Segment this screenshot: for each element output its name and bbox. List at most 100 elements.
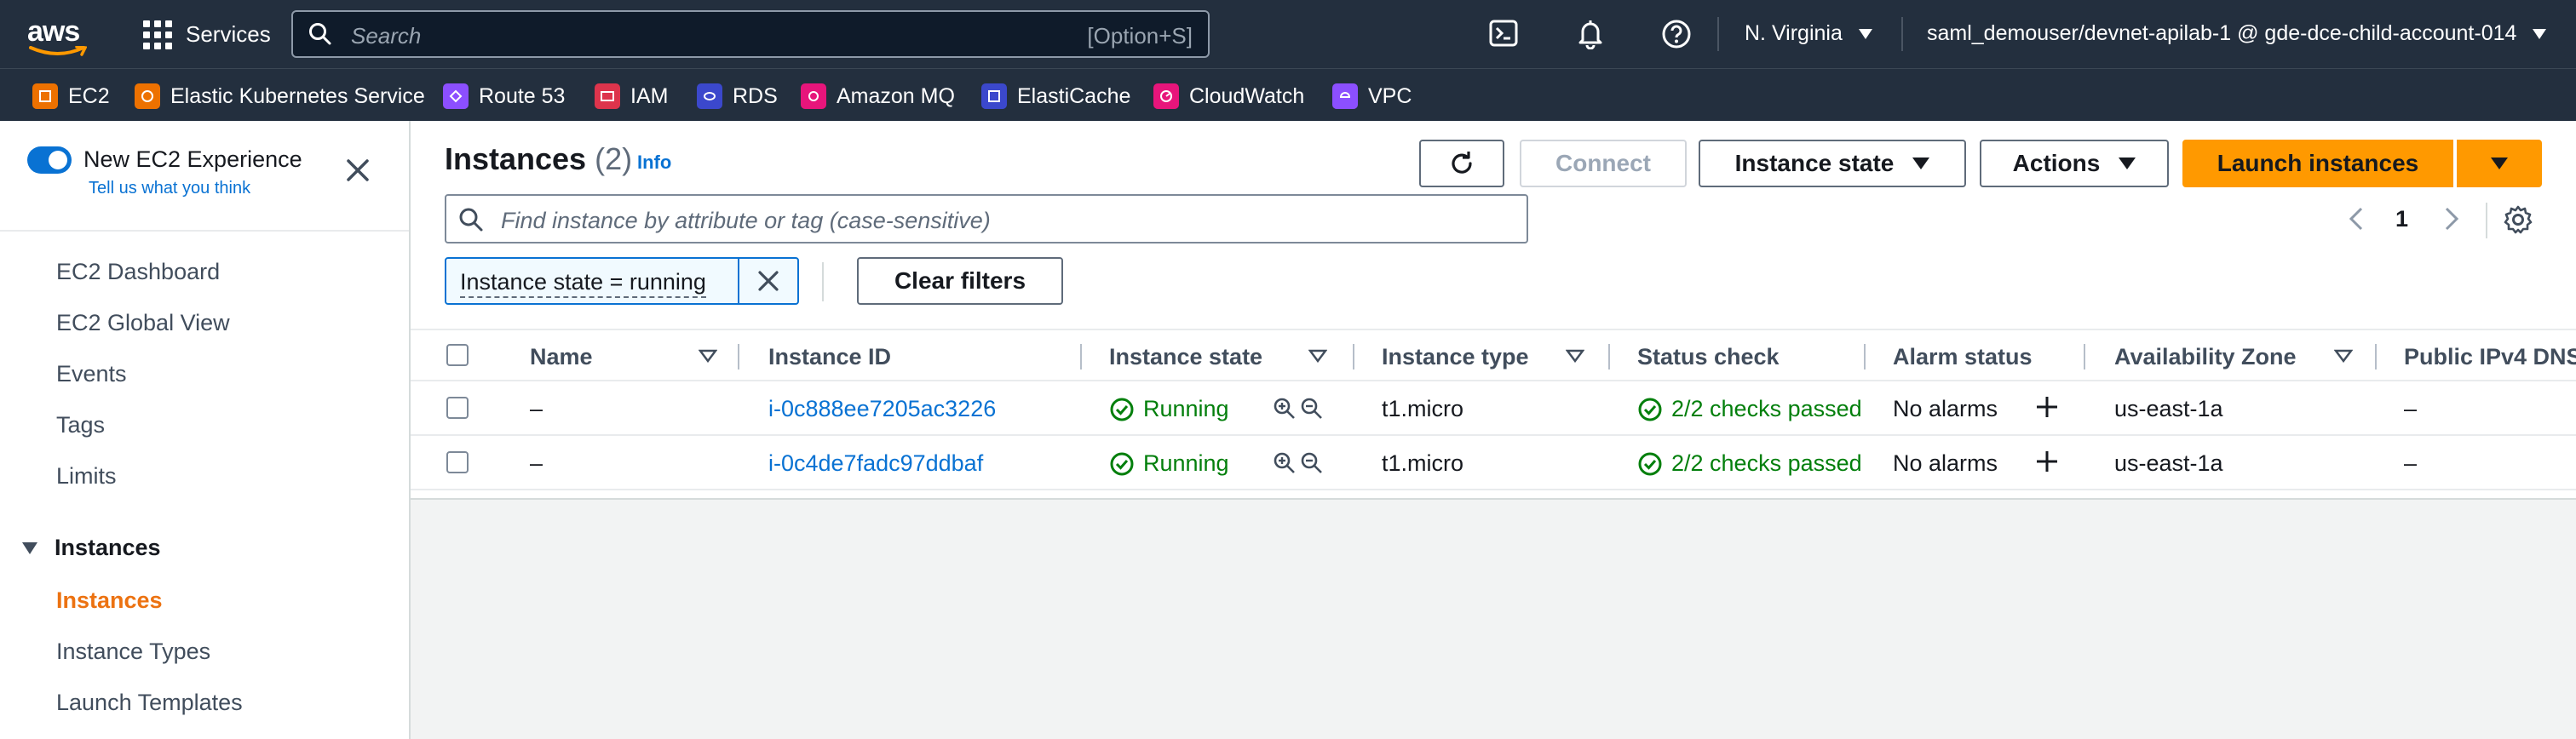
column-divider[interactable]	[2375, 344, 2377, 370]
nav-divider	[1901, 17, 1903, 51]
cell-instance-id[interactable]: i-0c888ee7205ac3226	[768, 396, 996, 422]
caret-down-icon	[22, 541, 37, 554]
sidebar-item-ec2-global-view[interactable]: EC2 Global View	[56, 310, 230, 336]
favorite-vpc[interactable]: VPC	[1332, 83, 1412, 110]
next-page-icon[interactable]	[2441, 206, 2462, 232]
current-page[interactable]: 1	[2395, 206, 2408, 232]
row-checkbox[interactable]	[446, 397, 469, 419]
cell-instance-id[interactable]: i-0c4de7fadc97ddbaf	[768, 450, 983, 477]
favorite-eks[interactable]: Elastic Kubernetes Service	[135, 83, 425, 110]
sidebar-item-launch-templates[interactable]: Launch Templates	[56, 690, 243, 716]
instance-state-button-label: Instance state	[1734, 150, 1895, 176]
sort-icon[interactable]	[699, 349, 717, 363]
global-search-input[interactable]: Search [Option+S]	[291, 10, 1210, 58]
add-alarm-icon[interactable]	[2034, 394, 2060, 420]
column-header-alarm-status[interactable]: Alarm status	[1893, 344, 2033, 370]
launch-options-button[interactable]	[2457, 140, 2542, 187]
row-checkbox[interactable]	[446, 451, 469, 473]
settings-gear-icon[interactable]	[2503, 204, 2533, 235]
notifications-bell-icon[interactable]	[1576, 19, 1605, 49]
sidebar-item-tags[interactable]: Tags	[56, 412, 105, 438]
favorite-amazon-mq[interactable]: Amazon MQ	[801, 83, 955, 110]
caret-down-icon	[2119, 158, 2136, 169]
sort-icon[interactable]	[1566, 349, 1584, 363]
instance-state-button[interactable]: Instance state	[1699, 140, 1966, 187]
sort-icon[interactable]	[2334, 349, 2353, 363]
column-divider[interactable]	[1353, 344, 1354, 370]
add-alarm-icon[interactable]	[2034, 449, 2060, 474]
account-menu[interactable]: saml_demouser/devnet-apilab-1 @ gde-dce-…	[1927, 21, 2547, 46]
column-header-public-ipv4-dns[interactable]: Public IPv4 DNS	[2404, 344, 2576, 370]
column-header-status-check[interactable]: Status check	[1637, 344, 1780, 370]
connect-button[interactable]: Connect	[1520, 140, 1687, 187]
clear-filters-button[interactable]: Clear filters	[857, 257, 1063, 305]
elasticache-icon	[981, 83, 1007, 109]
select-all-checkbox[interactable]	[446, 344, 469, 366]
help-icon[interactable]	[1661, 19, 1692, 49]
close-icon[interactable]	[346, 158, 370, 182]
info-link[interactable]: Info	[637, 152, 671, 174]
account-label: saml_demouser/devnet-apilab-1 @ gde-dce-…	[1927, 21, 2517, 45]
cell-status-check[interactable]: 2/2 checks passed	[1637, 450, 1862, 477]
region-label: N. Virginia	[1745, 21, 1843, 45]
services-grid-icon[interactable]	[143, 20, 172, 49]
table-row[interactable]: – i-0c4de7fadc97ddbaf Running t1.micro 2…	[411, 436, 2576, 490]
column-header-instance-state[interactable]: Instance state	[1109, 344, 1262, 370]
favorite-elasticache[interactable]: ElastiCache	[981, 83, 1130, 110]
feedback-link[interactable]: Tell us what you think	[89, 179, 250, 198]
column-divider[interactable]	[1864, 344, 1866, 370]
zoom-in-icon[interactable]	[1273, 451, 1297, 475]
remove-filter-button[interactable]	[738, 259, 797, 303]
favorite-rds[interactable]: RDS	[697, 83, 778, 110]
column-divider[interactable]	[1080, 344, 1082, 370]
sidebar-item-ec2-dashboard[interactable]: EC2 Dashboard	[56, 259, 220, 285]
instance-search-input[interactable]: Find instance by attribute or tag (case-…	[445, 194, 1528, 243]
favorite-ec2[interactable]: EC2	[32, 83, 110, 110]
launch-instances-label: Launch instances	[2217, 150, 2419, 176]
zoom-out-icon[interactable]	[1300, 451, 1324, 475]
favorites-bar: EC2 Elastic Kubernetes Service Route 53 …	[0, 68, 2576, 121]
column-divider[interactable]	[2084, 344, 2085, 370]
sort-icon[interactable]	[1308, 349, 1327, 363]
cell-name: –	[530, 450, 543, 476]
column-header-name[interactable]: Name	[530, 344, 593, 370]
favorite-label: VPC	[1368, 83, 1412, 108]
new-experience-toggle[interactable]	[27, 146, 72, 174]
favorite-label: Elastic Kubernetes Service	[170, 83, 425, 108]
column-header-availability-zone[interactable]: Availability Zone	[2114, 344, 2297, 370]
filter-token[interactable]: Instance state = running	[445, 257, 799, 305]
instance-search-placeholder: Find instance by attribute or tag (case-…	[501, 208, 991, 233]
amazon-mq-icon	[801, 83, 826, 109]
zoom-out-icon[interactable]	[1300, 397, 1324, 421]
aws-logo[interactable]: aws	[27, 12, 92, 56]
favorite-label: Amazon MQ	[837, 83, 955, 108]
previous-page-icon[interactable]	[2346, 206, 2366, 232]
favorite-iam[interactable]: IAM	[595, 83, 668, 110]
cell-status-check[interactable]: 2/2 checks passed	[1637, 396, 1862, 422]
column-divider[interactable]	[738, 344, 739, 370]
column-divider[interactable]	[1608, 344, 1610, 370]
launch-instances-button[interactable]: Launch instances	[2182, 140, 2453, 187]
column-header-instance-id[interactable]: Instance ID	[768, 344, 891, 370]
sidebar-item-events[interactable]: Events	[56, 361, 127, 387]
favorite-cloudwatch[interactable]: CloudWatch	[1153, 83, 1304, 110]
column-header-instance-type[interactable]: Instance type	[1382, 344, 1529, 370]
sidebar-section-instances[interactable]: Instances	[22, 535, 161, 561]
search-icon	[309, 23, 331, 45]
status-check-label: 2/2 checks passed	[1671, 450, 1862, 476]
sidebar-item-limits[interactable]: Limits	[56, 463, 117, 490]
zoom-in-icon[interactable]	[1273, 397, 1297, 421]
cell-availability-zone: us-east-1a	[2114, 396, 2223, 421]
favorite-route53[interactable]: Route 53	[443, 83, 565, 110]
sidebar-item-instance-types[interactable]: Instance Types	[56, 639, 210, 665]
table-row[interactable]: – i-0c888ee7205ac3226 Running t1.micro 2…	[411, 381, 2576, 436]
actions-button[interactable]: Actions	[1980, 140, 2169, 187]
table-header: Name Instance ID Instance state Instance…	[411, 329, 2576, 381]
cloudshell-icon[interactable]	[1489, 19, 1518, 48]
services-menu[interactable]: Services	[186, 21, 271, 48]
sidebar-item-instances[interactable]: Instances	[56, 587, 163, 614]
refresh-button[interactable]	[1419, 140, 1504, 187]
cell-public-ipv4-dns: –	[2404, 450, 2418, 476]
status-check-label: 2/2 checks passed	[1671, 396, 1862, 421]
region-selector[interactable]: N. Virginia	[1745, 21, 1872, 46]
